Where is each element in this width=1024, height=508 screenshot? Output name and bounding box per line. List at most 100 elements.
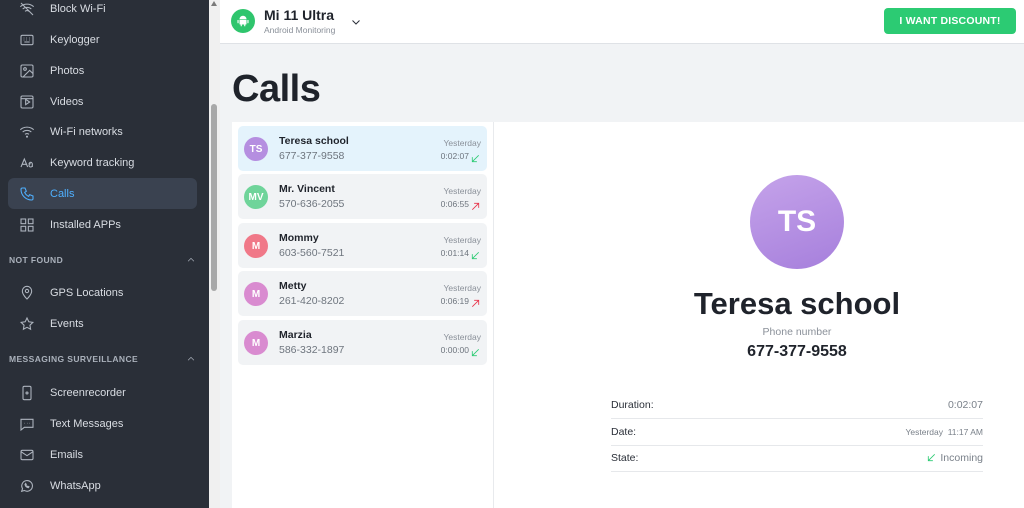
call-name: Mommy bbox=[279, 232, 319, 244]
sidebar-item-screenrecorder[interactable]: Screenrecorder bbox=[8, 377, 197, 408]
mail-icon bbox=[17, 445, 37, 465]
whatsapp-icon bbox=[17, 476, 37, 496]
call-item-teresa-school[interactable]: TS Teresa school 677-377-9558 Yesterday … bbox=[238, 126, 487, 171]
call-name: Marzia bbox=[279, 329, 312, 341]
sidebar-item-label: Text Messages bbox=[50, 417, 124, 430]
sidebar-item-installed-apps[interactable]: Installed APPs bbox=[8, 209, 197, 240]
avatar: M bbox=[244, 331, 268, 355]
incoming-arrow-icon bbox=[470, 345, 481, 357]
outgoing-arrow-icon bbox=[470, 199, 481, 211]
date-label: Date: bbox=[611, 425, 637, 438]
sidebar-item-photos[interactable]: Photos bbox=[8, 55, 197, 86]
call-item-marzia[interactable]: M Marzia 586-332-1897 Yesterday 0:00:00 bbox=[238, 320, 487, 365]
chevron-up-icon bbox=[187, 257, 195, 262]
call-phone: 677-377-9558 bbox=[279, 150, 345, 162]
sidebar-item-label: Keylogger bbox=[50, 33, 100, 46]
call-duration: 0:01:14 bbox=[440, 248, 469, 258]
call-date: Yesterday bbox=[443, 283, 482, 293]
call-detail-panel: TS Teresa school Phone number 677-377-95… bbox=[494, 122, 1024, 508]
keyboard-icon bbox=[17, 30, 37, 50]
sidebar-item-text-messages[interactable]: Text Messages bbox=[8, 408, 197, 439]
contact-avatar: TS bbox=[750, 175, 844, 269]
call-duration: 0:06:55 bbox=[440, 199, 469, 209]
avatar: MV bbox=[244, 185, 268, 209]
message-icon bbox=[17, 414, 37, 434]
call-duration: 0:02:07 bbox=[440, 151, 469, 161]
screen-record-icon bbox=[17, 383, 37, 403]
call-duration: 0:00:00 bbox=[440, 345, 469, 355]
page-title: Calls bbox=[232, 68, 321, 110]
contact-name: Teresa school bbox=[693, 286, 901, 321]
sidebar-item-wifi-networks[interactable]: Wi-Fi networks bbox=[8, 116, 197, 147]
call-name: Mr. Vincent bbox=[279, 183, 335, 195]
sidebar-item-label: Wi-Fi networks bbox=[50, 125, 123, 138]
sidebar-item-gps-locations[interactable]: GPS Locations bbox=[8, 277, 197, 308]
call-date: Yesterday bbox=[443, 138, 482, 148]
top-bar: Mi 11 Ultra Android Monitoring I WANT DI… bbox=[220, 0, 1024, 44]
device-name[interactable]: Mi 11 Ultra bbox=[264, 7, 334, 23]
video-icon bbox=[17, 92, 37, 112]
duration-row: Duration: 0:02:07 bbox=[611, 391, 983, 419]
sidebar-item-label: WhatsApp bbox=[50, 479, 101, 492]
android-icon bbox=[231, 9, 255, 33]
sidebar: Block Wi-Fi Keylogger Photos Videos Wi-F… bbox=[0, 0, 209, 508]
sidebar-item-label: Photos bbox=[50, 64, 85, 77]
call-phone: 261-420-8202 bbox=[279, 295, 345, 307]
call-list: TS Teresa school 677-377-9558 Yesterday … bbox=[232, 122, 494, 508]
sidebar-item-keyword-tracking[interactable]: Keyword tracking bbox=[8, 147, 197, 178]
call-phone: 570-636-2055 bbox=[279, 198, 345, 210]
date-row: Date: Yesterday 11:17 AM bbox=[611, 418, 983, 446]
sidebar-item-label: Emails bbox=[50, 448, 84, 461]
duration-label: Duration: bbox=[611, 398, 654, 411]
sidebar-item-label: Screenrecorder bbox=[50, 386, 126, 399]
sidebar-item-emails[interactable]: Emails bbox=[8, 439, 197, 470]
sidebar-item-block-wifi[interactable]: Block Wi-Fi bbox=[8, 0, 197, 24]
device-subtitle: Android Monitoring bbox=[264, 25, 336, 35]
text-aa-icon bbox=[17, 153, 37, 173]
call-item-metty[interactable]: M Metty 261-420-8202 Yesterday 0:06:19 bbox=[238, 271, 487, 316]
state-row: State: Incoming bbox=[611, 444, 983, 472]
location-pin-icon bbox=[17, 283, 37, 303]
state-text: Incoming bbox=[940, 451, 983, 464]
sidebar-item-label: Installed APPs bbox=[50, 218, 121, 231]
sidebar-item-label: Calls bbox=[50, 187, 75, 200]
sidebar-item-whatsapp[interactable]: WhatsApp bbox=[8, 470, 197, 501]
outgoing-arrow-icon bbox=[470, 296, 481, 308]
date-value: Yesterday 11:17 AM bbox=[905, 426, 984, 437]
chevron-down-icon[interactable] bbox=[350, 15, 362, 27]
scroll-up-arrow-icon[interactable] bbox=[211, 1, 217, 6]
wifi-off-icon bbox=[17, 0, 37, 19]
section-title: MESSAGING SURVEILLANCE bbox=[9, 354, 139, 364]
call-name: Metty bbox=[279, 280, 307, 292]
sidebar-item-label: Events bbox=[50, 317, 84, 330]
avatar: TS bbox=[244, 137, 268, 161]
sidebar-item-events[interactable]: Events bbox=[8, 308, 197, 339]
state-value: Incoming bbox=[926, 452, 983, 464]
star-icon bbox=[17, 314, 37, 334]
call-item-mr-vincent[interactable]: MV Mr. Vincent 570-636-2055 Yesterday 0:… bbox=[238, 174, 487, 219]
state-label: State: bbox=[611, 451, 639, 464]
section-messaging-surveillance[interactable]: MESSAGING SURVEILLANCE bbox=[9, 351, 196, 367]
sidebar-item-label: GPS Locations bbox=[50, 286, 124, 299]
phone-number-label: Phone number bbox=[762, 326, 832, 338]
sidebar-scroll-thumb[interactable] bbox=[211, 104, 217, 291]
call-phone: 586-332-1897 bbox=[279, 344, 345, 356]
call-date: Yesterday bbox=[443, 235, 482, 245]
contact-phone: 677-377-9558 bbox=[747, 343, 847, 360]
sidebar-item-keylogger[interactable]: Keylogger bbox=[8, 24, 197, 55]
call-name: Teresa school bbox=[279, 135, 349, 147]
call-phone: 603-560-7521 bbox=[279, 247, 345, 259]
duration-value: 0:02:07 bbox=[947, 398, 983, 411]
sidebar-item-calls[interactable]: Calls bbox=[8, 178, 197, 209]
call-date: Yesterday bbox=[443, 186, 482, 196]
sidebar-item-label: Keyword tracking bbox=[50, 156, 135, 169]
call-date: Yesterday bbox=[443, 332, 482, 342]
section-not-found[interactable]: NOT FOUND bbox=[9, 252, 196, 268]
call-item-mommy[interactable]: M Mommy 603-560-7521 Yesterday 0:01:14 bbox=[238, 223, 487, 268]
sidebar-item-label: Block Wi-Fi bbox=[50, 2, 106, 15]
discount-button[interactable]: I WANT DISCOUNT! bbox=[884, 8, 1016, 34]
wifi-icon bbox=[17, 122, 37, 142]
sidebar-item-label: Videos bbox=[50, 95, 84, 108]
chevron-up-icon bbox=[187, 356, 195, 361]
sidebar-item-videos[interactable]: Videos bbox=[8, 86, 197, 117]
